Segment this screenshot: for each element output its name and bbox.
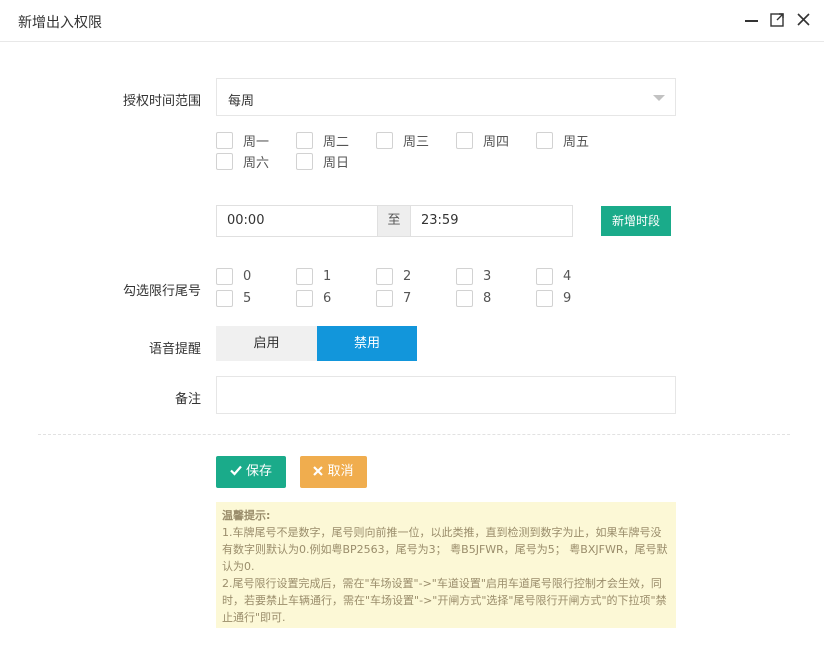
plate-digit-checkbox-0[interactable]: 0: [216, 268, 251, 285]
tips-title: 温馨提示:: [222, 509, 271, 522]
checkbox-icon: [296, 153, 313, 170]
weekday-checkbox-thu[interactable]: 周四: [456, 131, 509, 150]
checkbox-icon: [376, 290, 393, 307]
voice-enable-option[interactable]: 启用: [216, 326, 317, 361]
weekday-checkbox-sun[interactable]: 周日: [296, 152, 349, 171]
plate-digit-checkbox-3[interactable]: 3: [456, 268, 491, 285]
tips-line-1: 1.车牌尾号不是数字，尾号则向前推一位，以此类推，直到检测到数字为止，如果车牌号…: [222, 526, 668, 573]
checkbox-icon: [376, 132, 393, 149]
weekday-checkbox-wed[interactable]: 周三: [376, 131, 429, 150]
time-range-label: 授权时间范围: [122, 94, 201, 109]
minimize-icon: [745, 20, 758, 22]
dialog-title: 新增出入权限: [18, 15, 102, 31]
dialog-titlebar: 新增出入权限: [0, 0, 824, 42]
plate-digit-checkbox-4[interactable]: 4: [536, 268, 571, 285]
time-range-select[interactable]: 每周: [216, 78, 676, 116]
checkbox-icon: [456, 268, 473, 285]
time-separator: 至: [378, 205, 410, 237]
remark-label: 备注: [174, 392, 201, 407]
save-button-label: 保存: [245, 464, 272, 479]
close-icon: [797, 13, 810, 26]
weekday-checkbox-tue[interactable]: 周二: [296, 131, 349, 150]
voice-disable-option[interactable]: 禁用: [317, 326, 417, 361]
close-icon: [313, 466, 324, 476]
checkbox-icon: [296, 132, 313, 149]
checkbox-icon: [216, 153, 233, 170]
plate-digit-checkbox-7[interactable]: 7: [376, 290, 411, 307]
cancel-button-label: 取消: [327, 464, 354, 479]
checkbox-icon: [216, 290, 233, 307]
plate-tail-label: 勾选限行尾号: [122, 284, 201, 299]
checkbox-icon: [536, 290, 553, 307]
save-button[interactable]: 保存: [216, 456, 286, 488]
weekday-checkbox-sat[interactable]: 周六: [216, 152, 269, 171]
check-icon: [230, 465, 242, 476]
checkbox-icon: [216, 268, 233, 285]
tips-panel: 温馨提示: 1.车牌尾号不是数字，尾号则向前推一位，以此类推，直到检测到数字为止…: [216, 502, 676, 628]
divider: [38, 434, 790, 435]
plate-digit-checkbox-2[interactable]: 2: [376, 268, 411, 285]
plate-digit-checkbox-6[interactable]: 6: [296, 290, 331, 307]
minimize-button[interactable]: [742, 10, 762, 30]
start-time-input[interactable]: 00:00: [216, 205, 378, 237]
checkbox-icon: [536, 132, 553, 149]
checkbox-icon: [456, 132, 473, 149]
time-range-value: 每周: [228, 94, 255, 109]
plate-digit-checkbox-1[interactable]: 1: [296, 268, 331, 285]
checkbox-icon: [296, 290, 313, 307]
checkbox-icon: [296, 268, 313, 285]
checkbox-icon: [456, 290, 473, 307]
voice-reminder-label: 语音提醒: [148, 342, 201, 357]
checkbox-icon: [216, 132, 233, 149]
plate-digit-checkbox-8[interactable]: 8: [456, 290, 491, 307]
end-time-input[interactable]: 23:59: [410, 205, 573, 237]
maximize-icon: [770, 13, 784, 27]
maximize-button[interactable]: [768, 10, 788, 30]
weekday-checkbox-fri[interactable]: 周五: [536, 131, 589, 150]
chevron-down-icon: [653, 95, 665, 101]
plate-digit-checkbox-5[interactable]: 5: [216, 290, 251, 307]
cancel-button[interactable]: 取消: [300, 456, 367, 488]
close-button[interactable]: [794, 10, 814, 30]
checkbox-icon: [536, 268, 553, 285]
weekday-checkbox-mon[interactable]: 周一: [216, 131, 269, 150]
tips-line-2: 2.尾号限行设置完成后，需在"车场设置"->"车道设置"启用车道尾号限行控制才会…: [222, 577, 667, 624]
plate-digit-checkbox-9[interactable]: 9: [536, 290, 571, 307]
remark-input[interactable]: [216, 376, 676, 414]
checkbox-icon: [376, 268, 393, 285]
add-period-button[interactable]: 新增时段: [601, 206, 671, 236]
